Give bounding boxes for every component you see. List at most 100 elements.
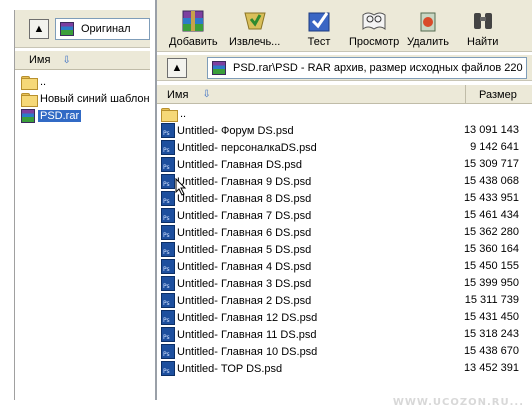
table-row[interactable]: Untitled- Главная 5 DS.psd 15 360 164 [161,241,532,258]
file-name: Untitled- персоналкаDS.psd [177,141,317,154]
left-panel: ▲ Оригинал Имя ⇩ .. Новый синий шаблон P… [14,10,150,400]
file-size: 15 438 068 [463,175,519,187]
up-arrow-icon: ▲ [33,22,45,35]
file-name: Untitled- Главная 8 DS.psd [177,192,312,205]
column-header-row: Имя ⇩ Размер [157,85,532,104]
table-row[interactable]: Untitled- Главная 7 DS.psd 15 461 434 [161,207,532,224]
extract-button[interactable]: Извлечь... [229,0,280,52]
psd-file-icon [161,157,175,172]
delete-icon [420,12,436,32]
psd-file-icon [161,208,175,223]
list-item[interactable]: Новый синий шаблон [21,90,150,107]
psd-file-icon [161,174,175,189]
item-name: Новый синий шаблон [40,92,150,105]
right-panel: Добавить Извлечь... Тест Просмотр Удалит… [155,0,532,400]
test-button[interactable]: Тест [305,0,333,52]
view-icon [362,12,386,31]
table-row[interactable]: Untitled- Форум DS.psd 13 091 143 [161,122,532,139]
table-row[interactable]: Untitled- Главная 2 DS.psd 15 311 739 [161,292,532,309]
left-path-label: Оригинал [81,23,131,35]
folder-icon [21,92,38,107]
psd-file-icon [161,259,175,274]
file-name: Untitled- Главная 7 DS.psd [177,209,312,222]
column-header-size[interactable]: Размер [467,85,532,104]
file-size: 15 309 717 [463,158,519,170]
delete-button-label: Удалить [407,36,449,48]
mouse-cursor-icon [175,178,187,196]
table-row[interactable]: Untitled- Главная 10 DS.psd 15 438 670 [161,343,532,360]
add-button[interactable]: Добавить [169,0,218,52]
file-size: 15 431 450 [463,311,519,323]
left-column-header-name[interactable]: Имя ⇩ [15,51,150,70]
archive-path-text: PSD.rar\PSD - RAR архив, размер исходных… [233,62,527,74]
table-row[interactable]: Untitled- Главная 9 DS.psd 15 438 068 [161,173,532,190]
file-name: Untitled- Главная 10 DS.psd [177,345,318,358]
file-name: Untitled- TOP DS.psd [177,362,283,375]
table-row[interactable]: Untitled- TOP DS.psd 13 452 391 [161,360,532,377]
file-name: Untitled- Главная 2 DS.psd [177,294,312,307]
file-size: 15 461 434 [463,209,519,221]
table-row[interactable]: Untitled- Главная 3 DS.psd 15 399 950 [161,275,532,292]
file-name: Untitled- Главная 11 DS.psd [177,328,317,341]
file-size: 15 450 155 [463,260,519,272]
table-row[interactable]: Untitled- Главная 8 DS.psd 15 433 951 [161,190,532,207]
left-toolbar: ▲ Оригинал [15,10,150,48]
rar-archive-icon [212,61,226,75]
psd-file-icon [161,293,175,308]
psd-file-icon [161,225,175,240]
extract-button-label: Извлечь... [229,36,281,48]
toolbar: Добавить Извлечь... Тест Просмотр Удалит… [157,0,532,52]
column-header-name[interactable]: Имя ⇩ [157,85,466,104]
sort-down-icon: ⇩ [62,54,71,66]
file-name: Untitled- Главная DS.psd [177,158,303,171]
table-row[interactable]: Untitled- Главная 4 DS.psd 15 450 155 [161,258,532,275]
find-button-label: Найти [467,36,499,48]
up-folder-button[interactable]: ▲ [29,19,49,39]
file-size: 15 362 280 [463,226,519,238]
psd-file-icon [161,344,175,359]
table-row[interactable]: Untitled- персоналкаDS.psd 9 142 641 [161,139,532,156]
psd-file-icon [161,242,175,257]
psd-file-icon [161,327,175,342]
left-path-box[interactable]: Оригинал [55,18,150,40]
archive-path-box[interactable]: PSD.rar\PSD - RAR архив, размер исходных… [207,57,527,79]
winrar-icon [60,22,74,36]
rar-archive-icon [21,108,35,123]
psd-file-icon [161,123,175,138]
file-name: Untitled- Главная 6 DS.psd [177,226,312,239]
add-button-label: Добавить [169,36,218,48]
find-button[interactable]: Найти [467,0,498,52]
left-column-name-label: Имя [29,54,51,66]
delete-button[interactable]: Удалить [407,0,449,52]
sort-down-icon: ⇩ [202,89,211,100]
list-item[interactable]: .. [21,73,150,90]
up-arrow-icon: ▲ [171,61,183,74]
file-size: 15 311 739 [464,294,519,306]
list-item-parent[interactable]: .. [161,105,532,122]
file-name: Untitled- Главная 12 DS.psd [177,311,318,324]
extract-icon [244,12,266,30]
watermark: WWW.UCOZON.RU... [392,397,524,408]
table-row[interactable]: Untitled- Главная 11 DS.psd 15 318 243 [161,326,532,343]
add-archive-icon [182,10,204,32]
archive-file-list: .. Untitled- Форум DS.psd13 091 143Untit… [161,105,532,377]
file-size: 13 091 143 [463,124,519,136]
left-file-list: .. Новый синий шаблон PSD.rar [21,73,150,124]
table-row[interactable]: Untitled- Главная DS.psd 15 309 717 [161,156,532,173]
file-size: 15 399 950 [463,277,519,289]
view-button-label: Просмотр [349,36,400,48]
item-name: .. [40,75,47,88]
up-folder-button[interactable]: ▲ [167,58,187,78]
file-name: Untitled- Главная 9 DS.psd [177,175,312,188]
file-size: 13 452 391 [463,362,519,374]
table-row[interactable]: Untitled- Главная 12 DS.psd 15 431 450 [161,309,532,326]
file-name: Untitled- Главная 5 DS.psd [177,243,312,256]
column-name-label: Имя [167,88,189,101]
psd-file-icon [161,361,175,376]
list-item-selected[interactable]: PSD.rar [21,107,150,124]
table-row[interactable]: Untitled- Главная 6 DS.psd 15 362 280 [161,224,532,241]
psd-file-icon [161,310,175,325]
file-size: 15 438 670 [463,345,519,357]
view-button[interactable]: Просмотр [349,0,399,52]
folder-icon [161,107,178,122]
